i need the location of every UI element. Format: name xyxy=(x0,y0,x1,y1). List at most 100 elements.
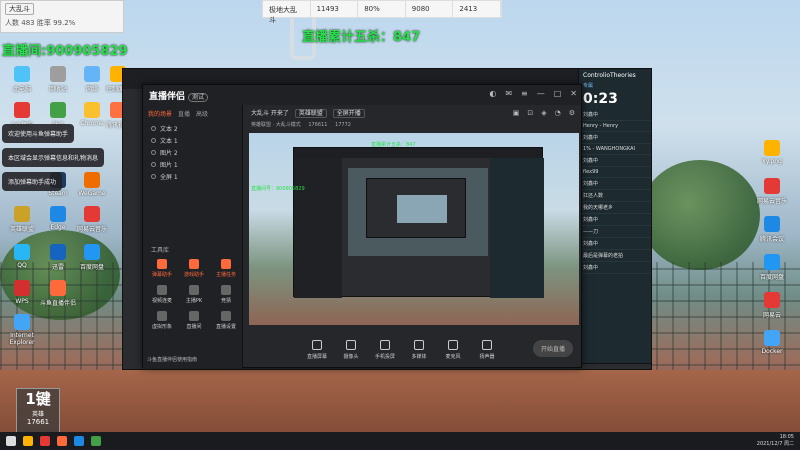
app-icon xyxy=(14,244,30,260)
tool-button[interactable]: 游戏助手 xyxy=(179,259,209,278)
stream-preview[interactable]: 直播间号：900905829 直播累计五杀：847 xyxy=(249,133,579,325)
chat-sub: 专属 xyxy=(583,83,594,89)
desktop-icon-label: 腾讯会议 xyxy=(759,236,784,243)
app-icon xyxy=(50,206,66,222)
taskbar: 18:05 2021/12/7 周二 xyxy=(0,432,800,450)
room-id-overlay: 直播间:900905829 xyxy=(2,44,128,59)
chat-message: 我的天哪老乡 xyxy=(579,202,651,214)
app-icon xyxy=(84,172,100,188)
live-companion-icon[interactable] xyxy=(57,436,67,446)
desktop-icon[interactable]: 腾讯会议 xyxy=(752,216,792,243)
lock-icon[interactable]: ⊡ xyxy=(527,109,533,117)
tool-button[interactable]: 弹幕助手 xyxy=(147,259,177,278)
background-tree xyxy=(640,160,760,270)
desktop-icon[interactable]: Yy.png xyxy=(752,140,792,165)
scene-item[interactable]: 图片 2 xyxy=(143,146,242,158)
desktop-icon[interactable]: Docker xyxy=(752,330,792,355)
explorer-icon[interactable] xyxy=(23,436,33,446)
scene-item[interactable]: 文本 1 xyxy=(143,134,242,146)
chat-message: 刘鑫中 xyxy=(579,109,651,121)
scene-item[interactable]: 全屏 1 xyxy=(143,170,242,182)
source-button[interactable]: 扬声器 xyxy=(475,340,499,360)
bottom-toolbar: 直播屏幕 摄像头 手机投屏 多媒体 麦克风 扬声器 开始直播 xyxy=(243,331,581,369)
start-live-button[interactable]: 开始直播 xyxy=(532,340,573,357)
desktop-icon[interactable]: 网易云音乐 xyxy=(72,206,112,233)
record-icon[interactable]: ▣ xyxy=(513,109,520,117)
close-icon[interactable]: ✕ xyxy=(570,89,577,98)
tab-live[interactable]: 直播 xyxy=(178,109,190,118)
assistant-tip: 本区域会显示弹幕信息和礼物消息 xyxy=(2,148,105,167)
tab-advanced[interactable]: 高级 xyxy=(196,109,208,118)
source-button[interactable]: 直播屏幕 xyxy=(305,340,329,360)
desktop-icon[interactable]: 网易云 xyxy=(752,292,792,319)
eye-icon[interactable] xyxy=(151,173,156,179)
scene-list: 文本 2 文本 1 图片 2 图片 1 全屏 1 xyxy=(143,122,242,182)
bell-icon[interactable]: ◔ xyxy=(555,109,561,117)
source-button[interactable]: 摄像头 xyxy=(339,340,363,360)
source-icon xyxy=(414,340,424,350)
scene-label: 文本 2 xyxy=(160,125,178,133)
desktop-icon-label: 网易云 xyxy=(762,312,781,319)
desktop-icon-label: 英雄联盟 xyxy=(9,226,34,233)
scene-label: 全屏 1 xyxy=(160,173,178,181)
skin-icon[interactable]: ◐ xyxy=(489,89,496,98)
chat-panel[interactable]: ControlioTheories 专属 0:23 刘鑫中 Henry - Hen… xyxy=(578,68,652,364)
tool-button[interactable]: 虚拟形象 xyxy=(147,311,177,330)
netease-music-icon[interactable] xyxy=(40,436,50,446)
menu-icon[interactable]: ≡ xyxy=(521,89,528,98)
room-title[interactable]: 大乱斗 开来了 xyxy=(251,110,289,117)
tool-button[interactable]: 主播PK xyxy=(179,285,209,304)
desktop-icon[interactable]: QQ xyxy=(2,244,42,269)
chat-message: 刘鑫中 xyxy=(579,238,651,250)
preview-window-level-3 xyxy=(366,178,466,238)
desktop-icon[interactable]: Internet Explorer xyxy=(2,314,42,346)
desktop-icon[interactable]: 网易云音乐 xyxy=(752,178,792,205)
source-button[interactable]: 多媒体 xyxy=(407,340,431,360)
gift-icon[interactable]: ◈ xyxy=(541,109,546,117)
tool-button[interactable]: 主播任务 xyxy=(211,259,241,278)
desktop-icon[interactable]: WPS xyxy=(2,280,42,305)
desktop-icon[interactable]: 英雄联盟 xyxy=(2,206,42,233)
room-category[interactable]: 英雄联盟 xyxy=(294,109,327,118)
tool-icon xyxy=(189,285,199,295)
scene-item[interactable]: 图片 1 xyxy=(143,158,242,170)
source-button[interactable]: 手机投屏 xyxy=(373,340,397,360)
app-icon xyxy=(84,206,100,222)
tool-button[interactable]: 直播设置 xyxy=(211,311,241,330)
tool-label: 直播间 xyxy=(186,324,202,330)
minimize-icon[interactable]: — xyxy=(537,89,545,98)
wechat-icon[interactable] xyxy=(91,436,101,446)
gear-icon[interactable]: ⚙ xyxy=(569,109,575,117)
tool-icon xyxy=(221,259,231,269)
source-button[interactable]: 麦克风 xyxy=(441,340,465,360)
qq-icon[interactable] xyxy=(74,436,84,446)
tool-button[interactable]: 竞猜 xyxy=(211,285,241,304)
tool-icon xyxy=(221,285,231,295)
guide-link[interactable]: 斗鱼直播伴侣使用指南 xyxy=(147,356,197,363)
scene-item[interactable]: 文本 2 xyxy=(143,122,242,134)
tool-button[interactable]: 视频连麦 xyxy=(147,285,177,304)
eye-icon[interactable] xyxy=(151,149,156,155)
stats-overlay: 大乱斗 人数 483 胜率 99.2% xyxy=(0,0,124,33)
chat-message: 1% - WANGHONGKAI xyxy=(579,144,651,155)
eye-icon[interactable] xyxy=(151,125,156,131)
source-icon xyxy=(346,340,356,350)
source-label: 摄像头 xyxy=(343,354,359,360)
tool-button[interactable]: 直播间 xyxy=(179,311,209,330)
desktop-icon[interactable]: 此电脑 xyxy=(2,66,42,93)
desktop-icon[interactable]: WeGame xyxy=(72,172,112,197)
desktop-icon[interactable]: 百度网盘 xyxy=(72,244,112,271)
maximize-icon[interactable]: □ xyxy=(554,89,562,98)
windows-start-icon[interactable] xyxy=(6,436,16,446)
room-edit[interactable]: 全屏开播 xyxy=(332,109,365,118)
app-icon xyxy=(50,66,66,82)
system-clock[interactable]: 18:05 2021/12/7 周二 xyxy=(757,434,794,448)
eye-icon[interactable] xyxy=(151,137,156,143)
tab-scenes[interactable]: 我的场景 xyxy=(148,109,172,118)
mail-icon[interactable]: ✉ xyxy=(505,89,512,98)
eye-icon[interactable] xyxy=(151,161,156,167)
desktop-icon[interactable]: 百度网盘 xyxy=(752,254,792,281)
app-icon xyxy=(764,216,780,232)
desktop-icon[interactable]: 斗鱼直播伴侣 xyxy=(38,280,78,307)
scene-label: 图片 2 xyxy=(160,149,178,157)
